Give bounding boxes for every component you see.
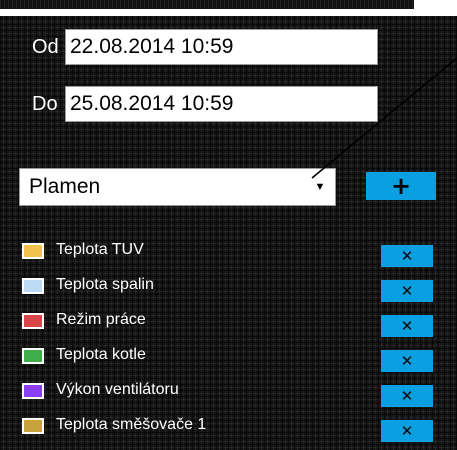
- date-to-row: Do: [32, 85, 378, 123]
- series-item: Teplota spalin ✕: [22, 273, 437, 308]
- date-from-row: Od: [32, 28, 378, 66]
- series-item: Výkon ventilátoru ✕: [22, 378, 437, 413]
- color-swatch: [22, 313, 44, 329]
- series-select[interactable]: Plamen ▼: [19, 168, 336, 206]
- color-swatch: [22, 418, 44, 434]
- date-from-label: Od: [32, 35, 59, 58]
- series-label: Teplota TUV: [56, 241, 144, 258]
- remove-series-button[interactable]: ✕: [381, 420, 433, 442]
- remove-series-button[interactable]: ✕: [381, 315, 433, 337]
- date-to-label: Do: [32, 92, 58, 115]
- series-item: Teplota TUV ✕: [22, 238, 437, 273]
- series-list: Teplota TUV ✕ Teplota spalin ✕ Režim prá…: [22, 238, 437, 448]
- series-label: Teplota směšovače 1: [56, 416, 207, 433]
- remove-series-button[interactable]: ✕: [381, 280, 433, 302]
- add-series-button[interactable]: +: [366, 172, 436, 200]
- color-swatch: [22, 383, 44, 399]
- series-item: Teplota směšovače 1 ✕: [22, 413, 437, 448]
- series-item: Teplota kotle ✕: [22, 343, 437, 378]
- color-swatch: [22, 278, 44, 294]
- remove-series-button[interactable]: ✕: [381, 350, 433, 372]
- color-swatch: [22, 348, 44, 364]
- series-label: Režim práce: [56, 311, 146, 328]
- color-swatch: [22, 243, 44, 259]
- series-select-value: Plamen: [29, 175, 101, 198]
- series-label: Výkon ventilátoru: [56, 381, 179, 398]
- date-to-input[interactable]: [65, 86, 378, 122]
- date-from-input[interactable]: [65, 29, 378, 65]
- remove-series-button[interactable]: ✕: [381, 385, 433, 407]
- remove-series-button[interactable]: ✕: [381, 245, 433, 267]
- chevron-down-icon: ▼: [314, 181, 326, 193]
- series-item: Režim práce ✕: [22, 308, 437, 343]
- series-label: Teplota kotle: [56, 346, 146, 363]
- top-bar: [0, 0, 414, 9]
- series-label: Teplota spalin: [56, 276, 154, 293]
